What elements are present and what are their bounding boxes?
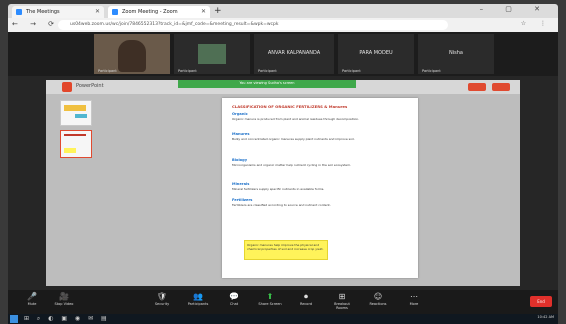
close-tab-icon[interactable]: ✕: [95, 6, 100, 18]
slide-heading: Minerals: [232, 182, 250, 186]
video-camera-icon: 🎥: [59, 292, 69, 301]
toolbar-label: Participants: [187, 302, 209, 306]
end-meeting-button[interactable]: End: [530, 296, 552, 307]
chat-button[interactable]: 💬 Chat: [220, 292, 248, 306]
app-name: PowerPoint: [76, 83, 104, 89]
thumbnail-preview-icon: [64, 105, 86, 111]
toolbar-label: Mute: [27, 302, 37, 306]
thumbnail-preview-icon: [75, 114, 87, 118]
slide-heading: Manures: [232, 132, 250, 136]
mute-button[interactable]: 🎤 Mute: [18, 292, 46, 306]
microphone-icon: 🎤: [27, 292, 37, 301]
ppt-button[interactable]: [468, 83, 486, 91]
more-button[interactable]: ⋯ More: [400, 292, 428, 306]
participants-icon: 👥: [193, 292, 203, 301]
slide-text: Bulky and concentrated organic manures s…: [232, 137, 355, 141]
toolbar-label: Stop Video: [54, 302, 74, 306]
participant-gallery: Participant Participant ANVAR KALPANANDA…: [8, 32, 558, 76]
participant-tile[interactable]: ANVAR KALPANANDA Participant: [254, 34, 334, 74]
slide-heading: Organic: [232, 112, 248, 116]
record-icon: ⏺: [304, 292, 308, 301]
ppt-title-bar: PowerPoint You are viewing Sudha's scree…: [46, 80, 520, 94]
slide-text: Mineral fertilizers supply specific nutr…: [232, 187, 325, 191]
participant-person-icon: [118, 40, 146, 72]
browser-tab-2[interactable]: Zoom Meeting - Zoom ✕: [108, 6, 210, 18]
close-tab-icon[interactable]: ✕: [201, 6, 206, 18]
toolbar-label: Security: [154, 302, 170, 306]
toolbar-label: Chat: [229, 302, 239, 306]
slide-text: Microorganisms and organic matter help n…: [232, 163, 351, 167]
zoom-toolbar: 🎤 Mute 🎥 Stop Video 🛡 Security 👥 Partici…: [8, 290, 558, 314]
participant-small-label: Participant: [258, 69, 277, 73]
tab-label: The Meetings: [26, 9, 60, 15]
breakout-rooms-button[interactable]: ⊞ Breakout Rooms: [328, 292, 356, 310]
participant-tile-video[interactable]: Participant: [94, 34, 170, 74]
participant-tile-video[interactable]: Participant: [174, 34, 250, 74]
toolbar-label: Breakout Rooms: [334, 302, 350, 310]
windows-taskbar: ⊞ ⌕ ◐ ▣ ◉ ✉ ▤ 10:42 AM: [8, 314, 558, 324]
participant-small-label: Participant: [178, 69, 197, 73]
url-input[interactable]: us04web.zoom.us/wc/join/7846552313?track…: [58, 20, 448, 30]
slide-text: Organic manure is produced from plant an…: [232, 117, 360, 121]
slide-title: CLASSIFICATION OF ORGANIC FERTILIZERS & …: [232, 104, 348, 109]
participant-name: ANVAR KALPANANDA: [267, 50, 321, 56]
toolbar-label: Reactions: [369, 302, 387, 306]
slide-thumbnails: [60, 100, 92, 280]
browser-menu-icon[interactable]: ☆ ⋮: [521, 20, 552, 27]
reactions-button[interactable]: ☺ Reactions: [364, 292, 392, 306]
participant-tile[interactable]: Nisha Participant: [418, 34, 494, 74]
slide-text: Fertilizers are classified according to …: [232, 203, 331, 207]
participant-name: Nisha: [449, 50, 463, 56]
slide-highlight-box: Organic manures help improve the physica…: [244, 240, 328, 260]
toolbar-label: Record: [299, 302, 313, 306]
screen-share-banner[interactable]: You are viewing Sudha's screen: [178, 80, 356, 88]
slide-heading: Fertilizers: [232, 198, 253, 202]
shared-screen: PowerPoint You are viewing Sudha's scree…: [46, 80, 520, 286]
browser-tab-1[interactable]: The Meetings ✕: [12, 6, 104, 18]
start-menu-icon[interactable]: [10, 315, 18, 323]
powerpoint-logo-icon: [62, 82, 72, 92]
slide-canvas[interactable]: CLASSIFICATION OF ORGANIC FERTILIZERS & …: [222, 98, 418, 278]
thumbnail-preview-icon: [64, 134, 86, 136]
more-icon: ⋯: [410, 292, 418, 301]
nav-arrows-icon[interactable]: ← → ⟳: [12, 20, 59, 28]
toolbar-label: More: [409, 302, 419, 306]
participant-small-label: Participant: [98, 69, 117, 73]
record-button[interactable]: ⏺ Record: [292, 292, 320, 306]
shield-icon: 🛡: [156, 292, 168, 301]
participant-small-label: Participant: [422, 69, 441, 73]
ppt-button[interactable]: [492, 83, 510, 91]
slide-thumbnail[interactable]: [60, 100, 92, 126]
participants-button[interactable]: 👥 Participants: [184, 292, 212, 306]
share-screen-button[interactable]: ⬆ Share Screen: [256, 292, 284, 306]
slide-thumbnail-selected[interactable]: [60, 130, 92, 158]
browser-address-bar: ← → ⟳ us04web.zoom.us/wc/join/7846552313…: [8, 18, 558, 33]
participant-name: PARA MODEU: [359, 50, 393, 56]
taskbar-app-icons[interactable]: ⊞ ⌕ ◐ ▣ ◉ ✉ ▤: [24, 314, 110, 324]
tab-label: Zoom Meeting - Zoom: [122, 9, 178, 15]
zoom-meeting-window: Participant Participant ANVAR KALPANANDA…: [8, 32, 558, 314]
tab-favicon-icon: [16, 9, 22, 15]
participant-video-icon: [198, 44, 226, 64]
thumbnail-preview-icon: [64, 148, 76, 153]
new-tab-button[interactable]: +: [214, 6, 222, 16]
stop-video-button[interactable]: 🎥 Stop Video: [50, 292, 78, 306]
chat-icon: 💬: [229, 292, 239, 301]
breakout-rooms-icon: ⊞: [338, 292, 346, 301]
participant-tile[interactable]: PARA MODEU Participant: [338, 34, 414, 74]
reactions-icon: ☺: [373, 292, 383, 301]
share-screen-icon: ⬆: [266, 292, 274, 301]
taskbar-clock: 10:42 AM: [537, 315, 554, 319]
slide-heading: Biology: [232, 158, 248, 162]
security-button[interactable]: 🛡 Security: [148, 292, 176, 306]
screen-share-banner-text: You are viewing Sudha's screen: [239, 81, 295, 85]
window-controls[interactable]: – ▢ ✕: [480, 5, 550, 13]
browser-tab-bar: The Meetings ✕ Zoom Meeting - Zoom ✕ + –…: [8, 4, 558, 18]
participant-small-label: Participant: [342, 69, 361, 73]
toolbar-label: Share Screen: [258, 302, 282, 306]
tab-favicon-icon: [112, 9, 118, 15]
